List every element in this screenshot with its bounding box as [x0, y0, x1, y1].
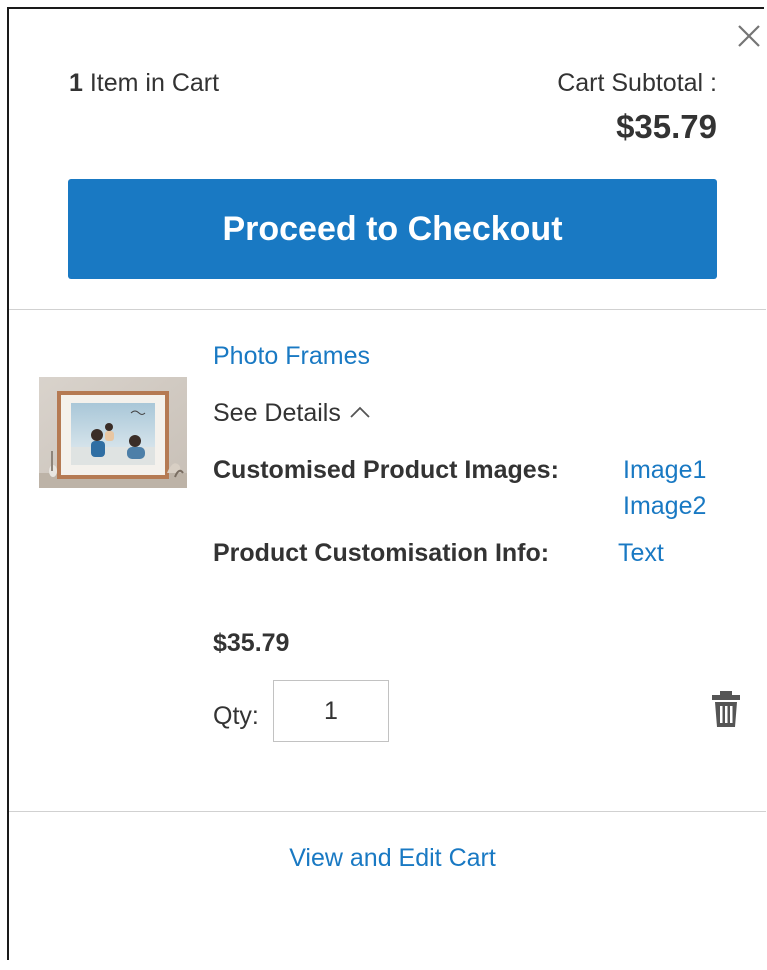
divider: [9, 309, 766, 310]
items-in-cart: 1 Item in Cart: [69, 69, 219, 98]
qty-input[interactable]: [273, 680, 389, 742]
close-button[interactable]: [734, 21, 764, 51]
proceed-to-checkout-button[interactable]: Proceed to Checkout: [68, 179, 717, 279]
option-text-link[interactable]: Text: [618, 539, 664, 568]
close-icon: [738, 25, 760, 47]
customised-images-label: Customised Product Images:: [213, 456, 559, 484]
chevron-up-icon: [350, 407, 370, 419]
item-price: $35.79: [213, 629, 290, 657]
product-image: [39, 377, 187, 488]
items-count-label: Item in Cart: [82, 69, 220, 97]
trash-icon: [712, 691, 740, 727]
subtotal-label: Cart Subtotal :: [557, 69, 717, 97]
divider: [9, 811, 766, 812]
cart-summary: 1 Item in Cart Cart Subtotal : $35.79: [69, 69, 717, 149]
minicart-dropdown: 1 Item in Cart Cart Subtotal : $35.79 Pr…: [7, 7, 767, 960]
qty-label: Qty:: [213, 702, 259, 730]
subtotal-price: $35.79: [616, 108, 717, 145]
option-image1-link[interactable]: Image1: [623, 456, 706, 485]
items-count: 1: [69, 69, 83, 97]
view-edit-cart: View and Edit Cart: [9, 844, 767, 873]
product-name-link[interactable]: Photo Frames: [213, 342, 370, 371]
customisation-info-label: Product Customisation Info:: [213, 539, 550, 567]
option-image2-link[interactable]: Image2: [623, 492, 706, 521]
product-thumbnail[interactable]: [39, 377, 187, 488]
see-details-toggle[interactable]: See Details: [213, 399, 371, 428]
see-details-label: See Details: [213, 399, 341, 427]
remove-item-button[interactable]: [709, 689, 743, 729]
view-and-edit-cart-link[interactable]: View and Edit Cart: [289, 844, 496, 872]
cart-subtotal: Cart Subtotal : $35.79: [557, 69, 717, 146]
